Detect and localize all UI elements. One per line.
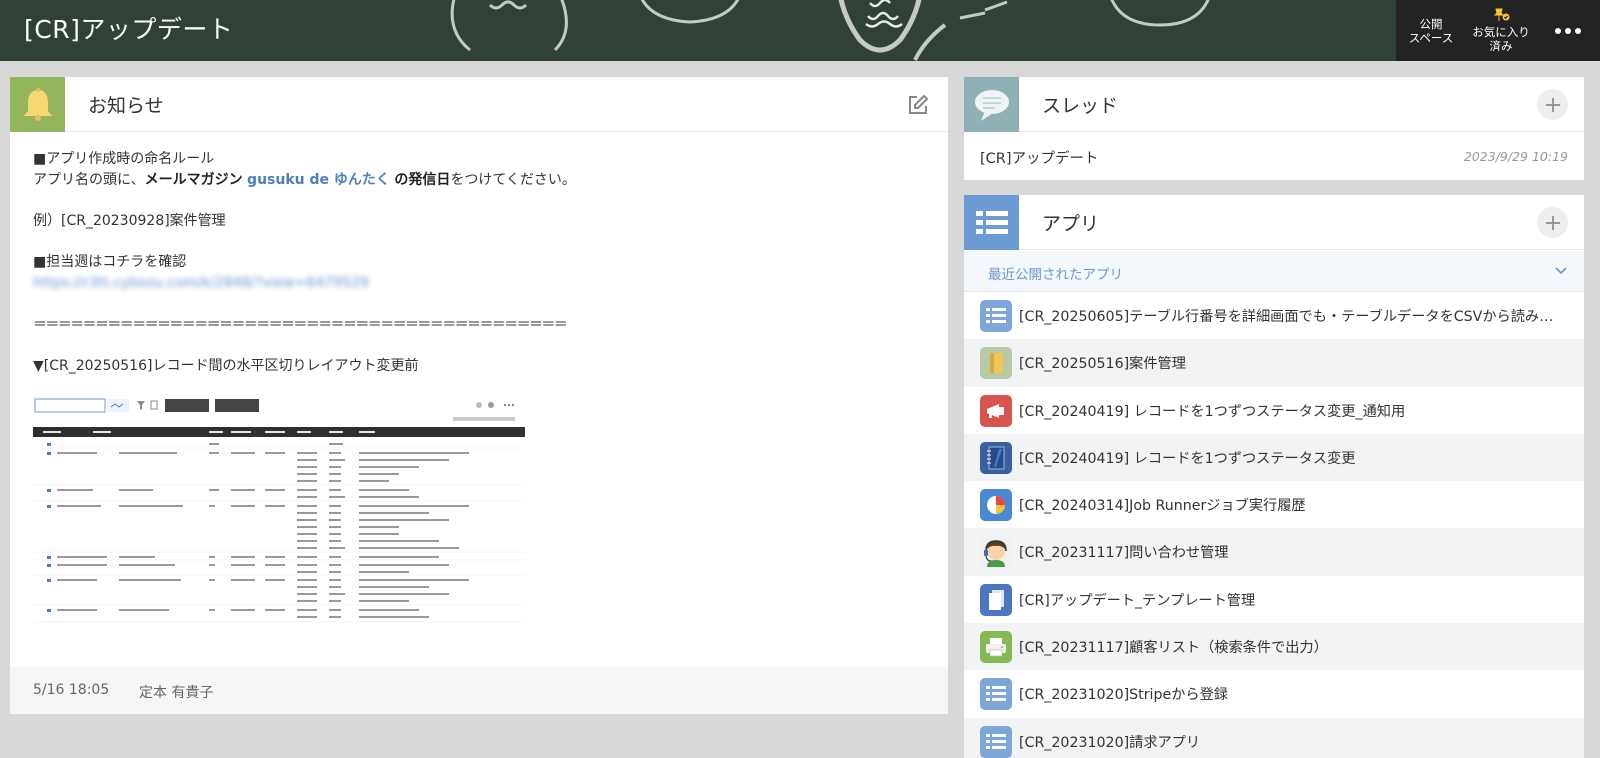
- app-name[interactable]: [CR_20250516]案件管理: [1019, 353, 1567, 373]
- add-app-button[interactable]: [1537, 207, 1568, 238]
- app-list-item[interactable]: [CR_20240419] レコードを1つずつステータス変更: [964, 433, 1584, 482]
- add-thread-button[interactable]: [1537, 89, 1568, 120]
- app-name[interactable]: [CR_20231117]問い合わせ管理: [1019, 542, 1567, 562]
- app-list-item[interactable]: [CR_20240419] レコードを1つずつステータス変更_通知用: [964, 386, 1584, 434]
- notebook-app-icon: [980, 441, 1012, 474]
- plus-icon: [1545, 97, 1560, 112]
- notice-separator: ＝＝＝＝＝＝＝＝＝＝＝＝＝＝＝＝＝＝＝＝＝＝＝＝＝＝＝＝＝＝＝＝＝＝＝＝＝＝＝＝…: [33, 316, 568, 333]
- notice-author[interactable]: 定本 有貴子: [139, 682, 213, 702]
- list-icon: [964, 195, 1019, 250]
- app-name[interactable]: [CR_20231117]顧客リスト（検索条件で出力）: [1019, 637, 1567, 657]
- support-person-app-icon: [980, 536, 1012, 569]
- app-name[interactable]: [CR_20240419] レコードを1つずつステータス変更_通知用: [1019, 401, 1567, 421]
- notice-title: お知らせ: [88, 95, 164, 117]
- apps-header: アプリ: [964, 195, 1584, 250]
- app-name[interactable]: [CR_20240419] レコードを1つずつステータス変更: [1019, 448, 1567, 468]
- embedded-screenshot-image[interactable]: [33, 397, 525, 632]
- edit-icon[interactable]: [906, 93, 930, 117]
- favorite-label-line2: 済み: [1489, 39, 1513, 53]
- app-name[interactable]: [CR_20231020]請求アプリ: [1019, 732, 1567, 752]
- notice-line-naming-instruction: アプリ名の頭に、メールマガジン gusuku de ゆんたく の発信日をつけてく…: [33, 171, 576, 188]
- notice-date: 5/16 18:05: [33, 682, 110, 698]
- recent-apps-dropdown[interactable]: 最近公開されたアプリ: [964, 251, 1584, 292]
- plus-icon: [1545, 215, 1560, 230]
- pin-icon: [1492, 8, 1510, 25]
- app-name[interactable]: [CR_20250605]テーブル行番号を詳細画面でも・テーブルデータをCSVか…: [1019, 306, 1567, 326]
- bell-icon: [10, 77, 65, 132]
- recent-apps-label: 最近公開されたアプリ: [988, 267, 1123, 283]
- thread-title: スレッド: [1042, 95, 1119, 117]
- list-app-icon: [980, 300, 1012, 332]
- app-name[interactable]: [CR]アップデート_テンプレート管理: [1019, 590, 1567, 610]
- speech-bubble-icon: [964, 77, 1019, 132]
- app-name[interactable]: [CR_20231020]Stripeから登録: [1019, 684, 1567, 704]
- folder-app-icon: [980, 347, 1012, 380]
- app-list-item[interactable]: [CR_20250605]テーブル行番号を詳細画面でも・テーブルデータをCSVか…: [964, 292, 1584, 340]
- space-header: [CR]アップデート 公開 スペース お気に入り 済み: [0, 0, 1600, 61]
- app-list-item[interactable]: [CR_20231020]請求アプリ: [964, 717, 1584, 758]
- app-list-item[interactable]: [CR_20231117]問い合わせ管理: [964, 528, 1584, 576]
- public-space-button[interactable]: 公開 スペース: [1396, 0, 1466, 61]
- notice-line-naming-rule: ■アプリ作成時の命名ルール: [33, 151, 215, 167]
- notice-footer: 5/16 18:05 定本 有貴子: [10, 667, 948, 714]
- list-app-icon: [980, 725, 1012, 758]
- chevron-down-icon: [1555, 267, 1567, 275]
- pie-chart-app-icon: [980, 489, 1012, 522]
- favorite-label-line1: お気に入り: [1472, 25, 1530, 39]
- header-actions: 公開 スペース お気に入り 済み: [1396, 0, 1600, 61]
- document-app-icon: [980, 583, 1012, 616]
- notice-panel: お知らせ ■アプリ作成時の命名ルール アプリ名の頭に、メールマガジン gusuk…: [10, 77, 948, 714]
- public-space-label-line2: スペース: [1408, 30, 1454, 45]
- app-list-item[interactable]: [CR_20250516]案件管理: [964, 339, 1584, 387]
- space-title: [CR]アップデート: [24, 15, 234, 44]
- app-list-item[interactable]: [CR_20231117]顧客リスト（検索条件で出力）: [964, 623, 1584, 671]
- app-list-item[interactable]: [CR]アップデート_テンプレート管理: [964, 575, 1584, 624]
- notice-header: お知らせ: [10, 77, 948, 132]
- thread-item-date: 2023/9/29 10:19: [1463, 149, 1568, 164]
- thread-item-title[interactable]: [CR]アップデート: [980, 147, 1099, 168]
- app-list-item[interactable]: [CR_20231020]Stripeから登録: [964, 670, 1584, 718]
- notice-example: 例）[CR_20230928]案件管理: [33, 213, 226, 230]
- public-space-label-line1: 公開: [1419, 16, 1443, 31]
- app-list-item[interactable]: [CR_20240314]Job Runnerジョブ実行履歴: [964, 481, 1584, 529]
- notice-sub-heading: ▼[CR_20250516]レコード間の水平区切りレイアウト変更前: [33, 357, 419, 374]
- thread-panel: スレッド [CR]アップデート 2023/9/29 10:19: [964, 77, 1584, 180]
- printer-app-icon: [980, 631, 1012, 664]
- notice-check-line: ■担当週はコチラを確認: [33, 254, 187, 271]
- schedule-link[interactable]: https://r3tt.cybozu.com/k/2848/?view=647…: [33, 275, 369, 291]
- list-app-icon: [980, 678, 1012, 711]
- newsletter-link[interactable]: gusuku de ゆんたく: [247, 172, 390, 188]
- thread-list-item[interactable]: [CR]アップデート 2023/9/29 10:19: [964, 133, 1584, 180]
- favorite-button[interactable]: お気に入り 済み: [1466, 0, 1536, 61]
- thread-header: スレッド: [964, 77, 1584, 132]
- app-list: [CR_20250605]テーブル行番号を詳細画面でも・テーブルデータをCSVか…: [964, 292, 1584, 758]
- megaphone-app-icon: [980, 394, 1012, 427]
- more-options-icon[interactable]: [1536, 0, 1600, 61]
- notice-body: ■アプリ作成時の命名ルール アプリ名の頭に、メールマガジン gusuku de …: [33, 149, 923, 377]
- apps-title: アプリ: [1042, 213, 1100, 235]
- apps-panel: アプリ 最近公開されたアプリ [CR_20250605]テーブル行番号を詳細画面…: [964, 195, 1584, 758]
- app-name[interactable]: [CR_20240314]Job Runnerジョブ実行履歴: [1019, 495, 1567, 515]
